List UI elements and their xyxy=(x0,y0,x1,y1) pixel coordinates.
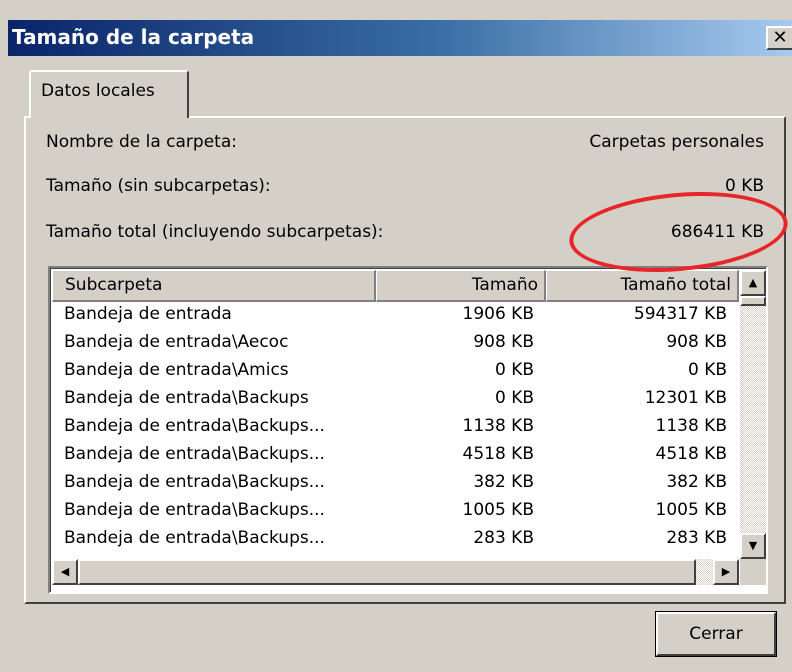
subfolder-total-size: 382 KB xyxy=(666,472,727,492)
tab-datos-locales[interactable]: Datos locales xyxy=(29,70,189,118)
table-row[interactable]: Bandeja de entrada\Backups 0 KB 12301 KB xyxy=(52,386,739,414)
tab-label: Datos locales xyxy=(41,81,155,101)
list-rows: Bandeja de entrada 1906 KB 594317 KB Ban… xyxy=(52,302,739,557)
subfolder-total-size: 0 KB xyxy=(687,360,727,380)
cerrar-button[interactable]: Cerrar xyxy=(655,611,777,657)
subfolder-total-size: 1005 KB xyxy=(655,500,727,520)
horizontal-scrollbar[interactable]: ◀ ▶ xyxy=(52,559,739,585)
subfolder-total-size: 283 KB xyxy=(666,528,727,548)
subfolder-name: Bandeja de entrada\Backups... xyxy=(64,416,325,436)
subfolder-total-size: 4518 KB xyxy=(655,444,727,464)
list-header: Subcarpeta Tamaño Tamaño total xyxy=(52,270,739,302)
subfolder-size: 382 KB xyxy=(473,472,534,492)
subfolder-size: 908 KB xyxy=(473,332,534,352)
table-row[interactable]: Bandeja de entrada\Backups... 1005 KB 10… xyxy=(52,498,739,526)
window-title: Tamaño de la carpeta xyxy=(12,25,255,49)
subfolder-size: 0 KB xyxy=(494,388,534,408)
horizontal-scroll-thumb[interactable] xyxy=(78,559,696,585)
vertical-scroll-thumb[interactable] xyxy=(740,296,766,306)
subfolder-name: Bandeja de entrada\Backups xyxy=(64,388,309,408)
column-header-tamano[interactable]: Tamaño xyxy=(376,270,546,302)
subfolder-size: 1005 KB xyxy=(462,500,534,520)
subfolder-size: 4518 KB xyxy=(462,444,534,464)
subfolder-name: Bandeja de entrada\Backups... xyxy=(64,500,325,520)
subfolder-name: Bandeja de entrada\Backups... xyxy=(64,528,325,548)
title-bar[interactable]: Tamaño de la carpeta ✕ xyxy=(8,20,792,56)
table-row[interactable]: Bandeja de entrada 1906 KB 594317 KB xyxy=(52,302,739,330)
folder-size-dialog: Tamaño de la carpeta ✕ Datos locales Nom… xyxy=(0,0,792,672)
folder-name-label: Nombre de la carpeta: xyxy=(46,132,237,152)
scroll-down-icon[interactable]: ▼ xyxy=(740,533,766,559)
subfolder-size: 0 KB xyxy=(494,360,534,380)
table-row[interactable]: Bandeja de entrada\Backups... 382 KB 382… xyxy=(52,470,739,498)
table-row[interactable]: Bandeja de entrada\Backups... 1138 KB 11… xyxy=(52,414,739,442)
scroll-up-icon[interactable]: ▲ xyxy=(740,270,766,296)
subfolder-size: 1138 KB xyxy=(462,416,534,436)
subfolder-size: 283 KB xyxy=(473,528,534,548)
subfolder-size: 1906 KB xyxy=(462,304,534,324)
table-row[interactable]: Bandeja de entrada\Aecoc 908 KB 908 KB xyxy=(52,330,739,358)
subfolder-name: Bandeja de entrada\Backups... xyxy=(64,472,325,492)
list-frame: Subcarpeta Tamaño Tamaño total Bandeja d… xyxy=(50,268,766,592)
scroll-right-icon[interactable]: ▶ xyxy=(713,559,739,585)
subfolder-name: Bandeja de entrada\Amics xyxy=(64,360,289,380)
subfolder-total-size: 1138 KB xyxy=(655,416,727,436)
scrollbar-corner xyxy=(740,559,766,585)
scroll-left-icon[interactable]: ◀ xyxy=(52,559,78,585)
total-size-label: Tamaño total (incluyendo subcarpetas): xyxy=(46,222,384,242)
vertical-scrollbar[interactable]: ▲ ▼ xyxy=(740,270,766,559)
subfolder-name: Bandeja de entrada\Aecoc xyxy=(64,332,289,352)
subfolder-name: Bandeja de entrada\Backups... xyxy=(64,444,325,464)
column-header-subcarpeta[interactable]: Subcarpeta xyxy=(52,270,376,302)
subfolder-total-size: 594317 KB xyxy=(633,304,727,324)
size-label: Tamaño (sin subcarpetas): xyxy=(46,176,271,196)
folder-name-value: Carpetas personales xyxy=(589,132,764,152)
size-value: 0 KB xyxy=(724,176,764,196)
table-row[interactable]: Bandeja de entrada\Backups... 4518 KB 45… xyxy=(52,442,739,470)
subfolder-total-size: 12301 KB xyxy=(644,388,727,408)
subfolder-list[interactable]: Subcarpeta Tamaño Tamaño total Bandeja d… xyxy=(48,266,768,594)
total-size-value: 686411 KB xyxy=(670,222,764,242)
column-header-tamano-total[interactable]: Tamaño total xyxy=(546,270,739,302)
table-row[interactable]: Bandeja de entrada\Backups... 283 KB 283… xyxy=(52,526,739,554)
table-row[interactable]: Bandeja de entrada\Amics 0 KB 0 KB xyxy=(52,358,739,386)
subfolder-name: Bandeja de entrada xyxy=(64,304,232,324)
close-icon[interactable]: ✕ xyxy=(766,26,792,50)
subfolder-total-size: 908 KB xyxy=(666,332,727,352)
